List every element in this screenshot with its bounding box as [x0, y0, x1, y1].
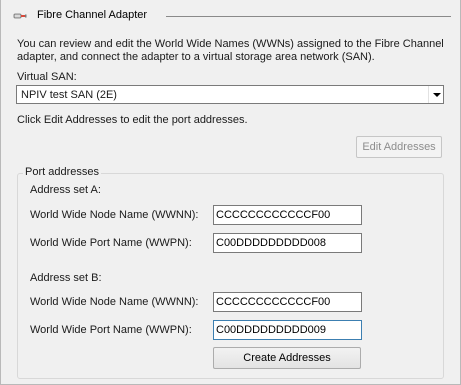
- edit-addresses-button[interactable]: Edit Addresses: [356, 136, 442, 158]
- wwpn-b-label: World Wide Port Name (WWPN):: [30, 324, 192, 336]
- virtual-san-dropdown[interactable]: NPIV test SAN (2E): [16, 85, 444, 104]
- virtual-san-selected-value: NPIV test SAN (2E): [21, 89, 117, 101]
- wwnn-a-label: World Wide Node Name (WWNN):: [30, 209, 199, 221]
- create-addresses-button[interactable]: Create Addresses: [213, 347, 361, 369]
- settings-panel: Fibre Channel Adapter You can review and…: [0, 0, 461, 385]
- chevron-down-icon[interactable]: [428, 86, 443, 103]
- virtual-san-label: Virtual SAN:: [17, 71, 77, 83]
- fibre-channel-adapter-icon: [13, 9, 27, 23]
- port-addresses-legend: Port addresses: [23, 166, 101, 178]
- header-divider: [166, 16, 451, 17]
- section-title: Fibre Channel Adapter: [37, 9, 148, 21]
- edit-addresses-hint: Click Edit Addresses to edit the port ad…: [17, 114, 248, 126]
- description-text: You can review and edit the World Wide N…: [17, 38, 444, 63]
- address-set-b-label: Address set B:: [30, 272, 102, 284]
- wwnn-b-label: World Wide Node Name (WWNN):: [30, 296, 199, 308]
- address-set-a-label: Address set A:: [30, 184, 101, 196]
- section-header: Fibre Channel Adapter: [11, 8, 451, 24]
- wwpn-a-label: World Wide Port Name (WWPN):: [30, 237, 192, 249]
- wwpn-a-field[interactable]: [213, 233, 362, 253]
- wwnn-a-field[interactable]: [213, 205, 362, 225]
- wwpn-b-field[interactable]: [213, 320, 362, 340]
- wwnn-b-field[interactable]: [213, 292, 362, 312]
